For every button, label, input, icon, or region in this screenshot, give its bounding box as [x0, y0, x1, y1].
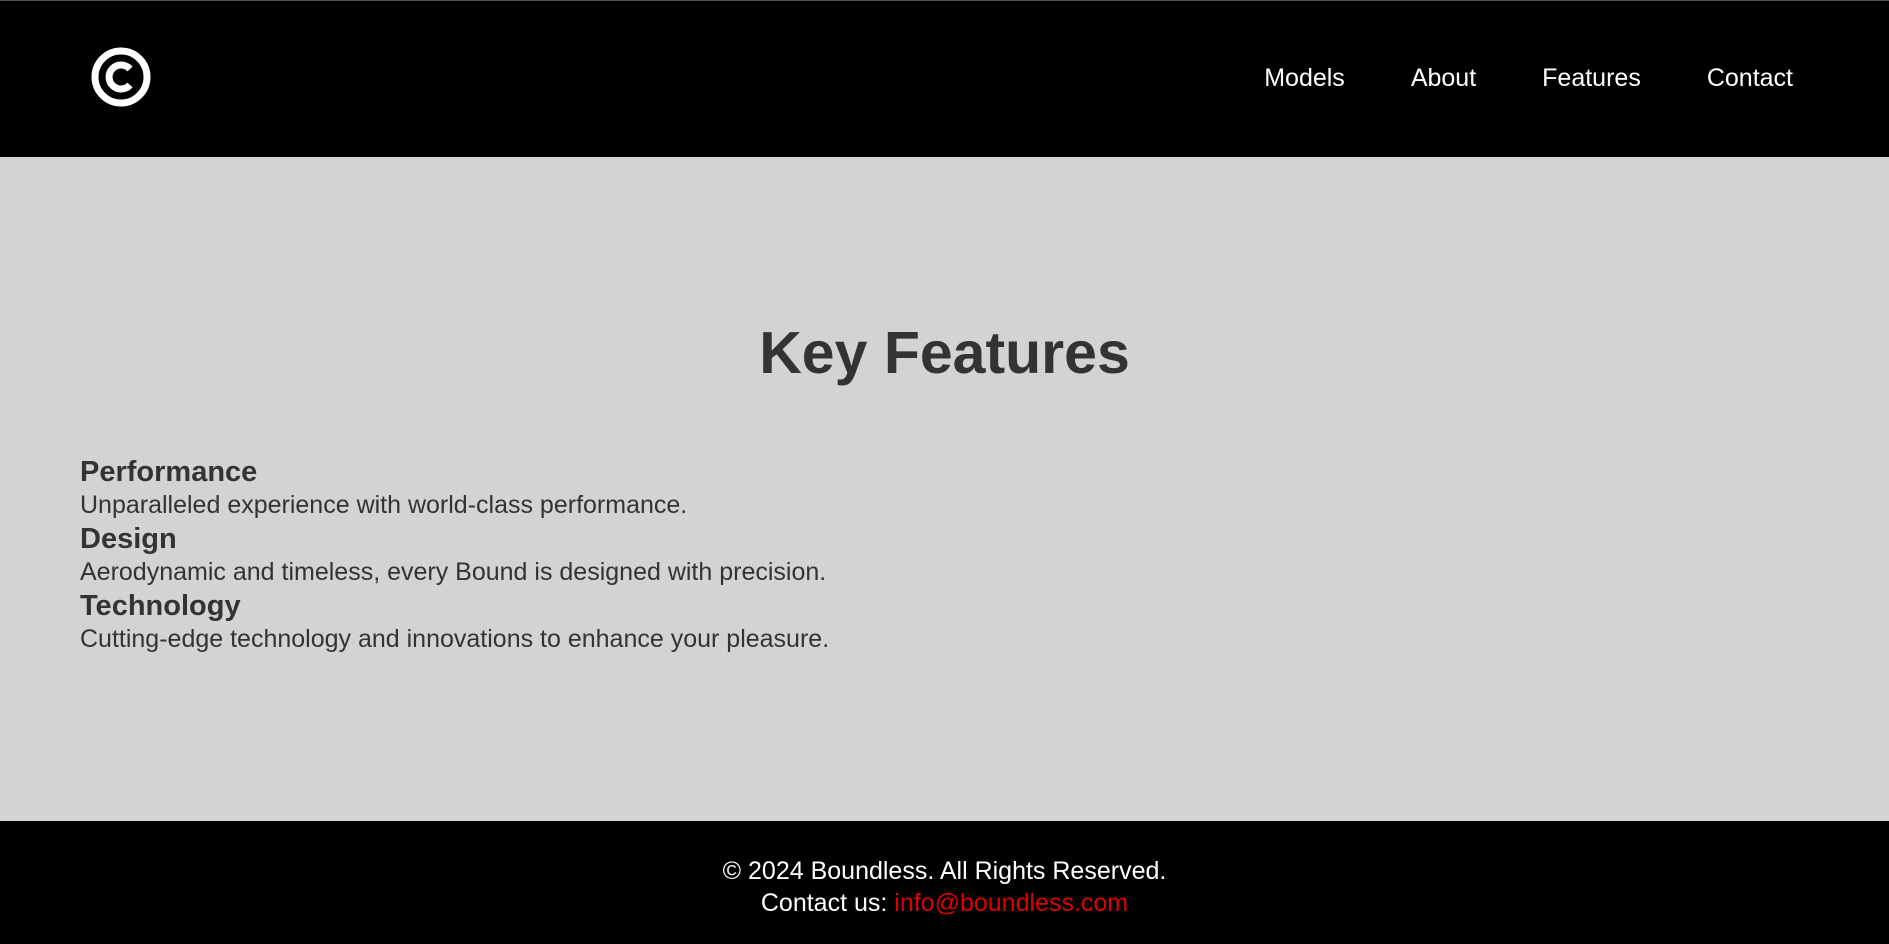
nav-link-features[interactable]: Features	[1542, 63, 1641, 93]
feature-description: Aerodynamic and timeless, every Bound is…	[80, 558, 827, 586]
feature-title: Design	[80, 523, 177, 555]
features-list: Performance Unparalleled experience with…	[80, 455, 829, 656]
feature-item: Design Aerodynamic and timeless, every B…	[80, 522, 829, 589]
features-section: Key Features Performance Unparalleled ex…	[0, 157, 1889, 821]
copyright-text: © 2024 Boundless. All Rights Reserved.	[722, 857, 1167, 885]
feature-description: Cutting-edge technology and innovations …	[80, 625, 830, 653]
feature-description: Unparalleled experience with world-class…	[80, 491, 688, 519]
contact-line: Contact us: info@boundless.com	[0, 887, 1889, 919]
site-footer: © 2024 Boundless. All Rights Reserved. C…	[0, 821, 1889, 944]
feature-item: Performance Unparalleled experience with…	[80, 455, 829, 522]
feature-title: Technology	[80, 590, 241, 622]
contact-label: Contact us:	[760, 889, 888, 917]
site-header: Models About Features Contact	[0, 0, 1889, 157]
nav-link-about[interactable]: About	[1411, 63, 1476, 93]
logo-icon[interactable]	[91, 47, 151, 107]
page-title: Key Features	[759, 320, 1130, 386]
feature-title: Performance	[80, 456, 258, 488]
feature-item: Technology Cutting-edge technology and i…	[80, 589, 829, 656]
nav-link-models[interactable]: Models	[1264, 63, 1345, 93]
main-nav: Models About Features Contact	[1198, 63, 1793, 93]
contact-email-link[interactable]: info@boundless.com	[894, 889, 1128, 917]
nav-link-contact[interactable]: Contact	[1707, 63, 1793, 93]
